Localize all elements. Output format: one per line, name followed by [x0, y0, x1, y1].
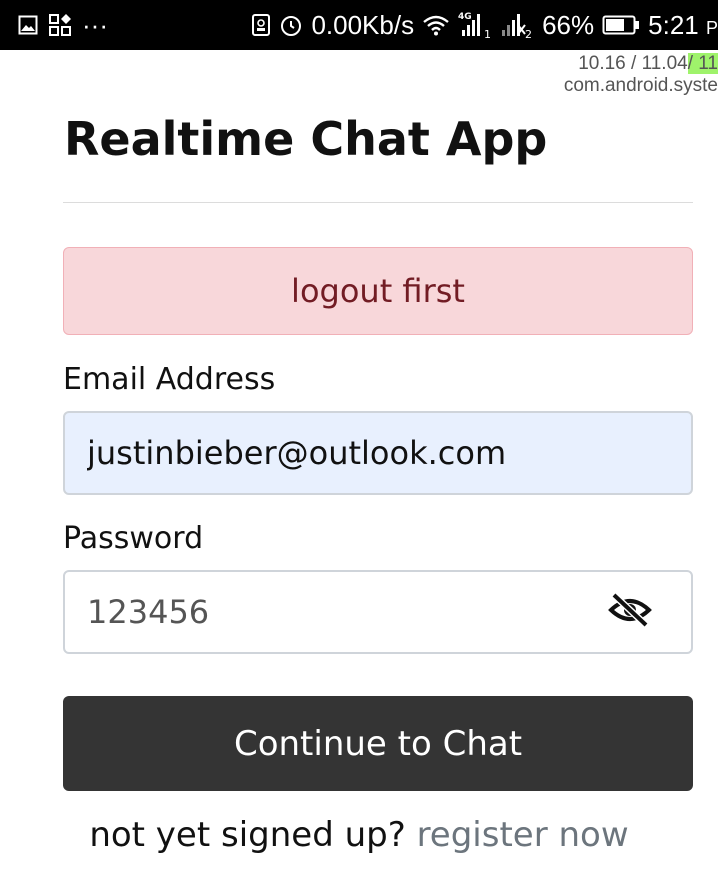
sim-card-icon — [251, 13, 271, 37]
overlay-memory-highlight: / 11 — [687, 53, 718, 74]
battery-icon — [602, 14, 640, 36]
wifi-icon — [422, 14, 450, 36]
status-bar-right: 0.00Kb/s 4G 1 2 66% 5:21 P — [251, 0, 718, 50]
signal-sim2-icon: 2 — [500, 10, 534, 40]
status-bar: ··· 0.00Kb/s 4G 1 2 66% 5:21 P — [0, 0, 718, 50]
battery-percentage: 66% — [542, 9, 595, 40]
eye-slash-icon — [608, 591, 652, 633]
more-icon: ··· — [82, 9, 108, 40]
email-label: Email Address — [63, 362, 276, 397]
overlay-memory: 10.16 / 11.04 — [578, 53, 688, 74]
system-overlay: 10.16 / 11.04/ 11 com.android.syste — [564, 53, 718, 97]
toggle-password-visibility-button[interactable] — [605, 591, 655, 633]
clock: 5:21 P — [648, 10, 718, 41]
password-label: Password — [63, 521, 204, 556]
clock-time: 5:21 — [648, 9, 699, 40]
password-field[interactable] — [63, 570, 693, 654]
signal-sim1-icon: 4G 1 — [458, 10, 492, 40]
overlay-line-1: 10.16 / 11.04/ 11 — [564, 53, 718, 75]
sim2-label: 2 — [525, 28, 532, 40]
title-divider — [63, 202, 693, 203]
image-icon — [18, 15, 38, 35]
clock-suffix: P — [705, 17, 718, 38]
register-prompt: not yet signed up? register now — [0, 815, 718, 855]
register-now-link[interactable]: register now — [417, 815, 629, 855]
apps-icon — [48, 13, 72, 37]
alert-message: logout first — [63, 247, 693, 335]
network-type-label: 4G — [458, 12, 472, 22]
status-bar-left: ··· — [18, 0, 108, 50]
overlay-line-2: com.android.syste — [563, 75, 718, 96]
email-field[interactable] — [63, 411, 693, 495]
data-speed: 0.00Kb/s — [311, 9, 415, 40]
continue-to-chat-button[interactable]: Continue to Chat — [63, 696, 693, 791]
sim1-label: 1 — [484, 28, 491, 40]
alarm-icon — [279, 13, 303, 37]
register-prompt-text: not yet signed up? — [89, 815, 406, 855]
page-title: Realtime Chat App — [64, 112, 548, 166]
